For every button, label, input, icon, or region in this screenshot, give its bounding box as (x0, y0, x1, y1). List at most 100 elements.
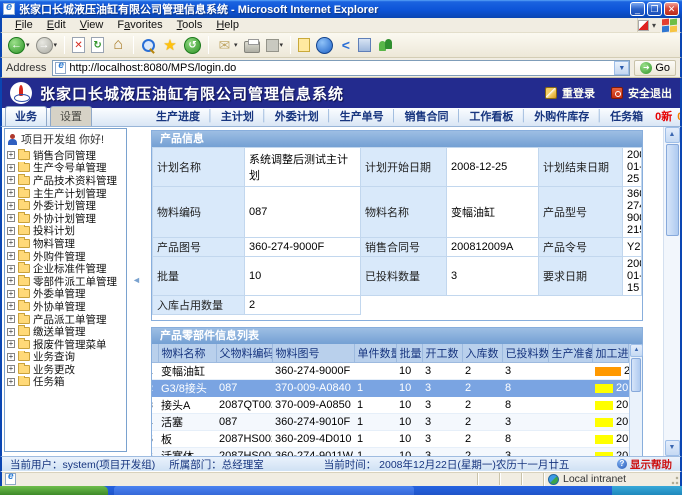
tree-item-7[interactable]: +投料计划 (7, 225, 126, 238)
sidebar-collapse-handle[interactable]: ◄ (132, 275, 141, 285)
home-button[interactable]: ⌂ (108, 36, 128, 55)
nav-item-4[interactable]: 生产单号 (333, 108, 391, 124)
expand-plus-icon[interactable]: + (7, 151, 15, 159)
parts-row[interactable]: 3接头A2087QT002370-009-A085011032820 % (152, 397, 629, 414)
tree-item-9[interactable]: +外购件管理 (7, 250, 126, 263)
expand-plus-icon[interactable]: + (7, 378, 15, 386)
minimize-button[interactable]: _ (630, 2, 645, 16)
menu-help[interactable]: Help (209, 19, 246, 31)
expand-plus-icon[interactable]: + (7, 189, 15, 197)
go-button[interactable]: ➜ Go (634, 60, 676, 76)
notes-button[interactable] (296, 37, 312, 53)
tree-item-8[interactable]: +物料管理 (7, 237, 126, 250)
expand-plus-icon[interactable]: + (7, 328, 15, 336)
nav-item-8[interactable]: 任务箱 (603, 108, 650, 124)
tree-item-12[interactable]: +外委单管理 (7, 288, 126, 301)
show-help-link[interactable]: ? 显示帮助 (617, 457, 672, 472)
tree-item-6[interactable]: +外协计划管理 (7, 212, 126, 225)
expand-plus-icon[interactable]: + (7, 265, 15, 273)
dropdown-caret[interactable]: ▾ (54, 41, 58, 49)
edit-button[interactable]: ▾ (264, 38, 286, 53)
parts-vertical-scrollbar[interactable]: ▲ ▼ (629, 344, 642, 456)
nav-item-6[interactable]: 工作看板 (462, 108, 520, 124)
dropdown-caret[interactable]: ▾ (280, 41, 284, 49)
expand-plus-icon[interactable]: + (7, 227, 15, 235)
tree-item-18[interactable]: +业务更改 (7, 363, 126, 376)
swish-button[interactable]: < (337, 37, 354, 54)
search-button[interactable] (139, 37, 158, 54)
expand-plus-icon[interactable]: + (7, 164, 15, 172)
scroll-up-icon[interactable]: ▲ (630, 344, 643, 357)
scroll-thumb[interactable] (631, 358, 641, 392)
tree-item-10[interactable]: +企业标准件管理 (7, 262, 126, 275)
menu-favorites[interactable]: Favorites (110, 19, 169, 31)
print-button[interactable] (242, 37, 262, 54)
expand-plus-icon[interactable]: + (7, 365, 15, 373)
mail-button[interactable]: ✉▾ (214, 37, 240, 54)
scroll-thumb[interactable] (666, 144, 679, 236)
tree-item-19[interactable]: +任务箱 (7, 376, 126, 389)
tab-业务[interactable]: 业务 (5, 106, 47, 126)
taskbar-button[interactable] (114, 486, 414, 495)
tree-item-5[interactable]: +外委计划管理 (7, 199, 126, 212)
tree-item-15[interactable]: +缴送单管理 (7, 325, 126, 338)
parts-row[interactable]: 2G3/8接头087370-009-A084011032820 % (152, 380, 629, 397)
parts-row[interactable]: 5板2087HS002360-209-4D01011032820 % (152, 431, 629, 448)
dropdown-caret[interactable]: ▾ (234, 41, 238, 49)
menu-file[interactable]: File (8, 19, 40, 31)
tree-item-4[interactable]: +主生产计划管理 (7, 187, 126, 200)
start-button[interactable] (0, 486, 108, 495)
scroll-down-icon[interactable]: ▼ (665, 440, 680, 456)
expand-plus-icon[interactable]: + (7, 315, 15, 323)
tree-item-3[interactable]: +产品技术资料管理 (7, 174, 126, 187)
expand-plus-icon[interactable]: + (7, 176, 15, 184)
nav-item-2[interactable]: 主计划 (214, 108, 261, 124)
msn-button[interactable] (375, 37, 396, 54)
refresh-button[interactable]: ↻ (89, 36, 106, 54)
tree-item-11[interactable]: +零部件派工单管理 (7, 275, 126, 288)
tree-item-17[interactable]: +业务查询 (7, 351, 126, 364)
expand-plus-icon[interactable]: + (7, 340, 15, 348)
expand-plus-icon[interactable]: + (7, 239, 15, 247)
favorites-button[interactable]: ★ (160, 36, 180, 55)
tab-设置[interactable]: 设置 (50, 106, 92, 126)
menu-edit[interactable]: Edit (40, 19, 73, 31)
history-button[interactable]: ↺ (182, 36, 203, 55)
expand-plus-icon[interactable]: + (7, 202, 15, 210)
expand-plus-icon[interactable]: + (7, 290, 15, 298)
logout-button[interactable]: 安全退出 (611, 85, 672, 101)
address-dropdown[interactable]: ▼ (614, 61, 629, 75)
adobe-pdf-icon[interactable] (638, 20, 649, 31)
forward-button[interactable]: →▾ (34, 36, 60, 55)
nav-item-1[interactable]: 生产进度 (149, 108, 207, 124)
expand-plus-icon[interactable]: + (7, 353, 15, 361)
nav-item-5[interactable]: 销售合同 (398, 108, 456, 124)
expand-plus-icon[interactable]: + (7, 302, 15, 310)
tree-item-13[interactable]: +外协单管理 (7, 300, 126, 313)
tree-item-16[interactable]: +报废件管理菜单 (7, 338, 126, 351)
parts-row[interactable]: 1变幅油缸360-274-9000F1032329 % (152, 363, 629, 380)
content-scrollbar[interactable]: ▲ ▼ (663, 127, 680, 456)
maximize-button[interactable]: ❐ (647, 2, 662, 16)
resize-grip[interactable] (671, 473, 679, 485)
back-button[interactable]: ←▾ (6, 36, 32, 55)
tree-item-2[interactable]: +生产令号单管理 (7, 162, 126, 175)
windows-taskbar[interactable] (0, 486, 682, 495)
adobe-dropdown-caret[interactable]: ▾ (652, 21, 656, 30)
research-button[interactable] (356, 37, 373, 53)
tree-item-1[interactable]: +销售合同管理 (7, 149, 126, 162)
menu-view[interactable]: View (73, 19, 111, 31)
nav-item-7[interactable]: 外购件库存 (527, 108, 596, 124)
address-input[interactable]: http://localhost:8080/MPS/login.do ▼ (52, 60, 630, 76)
relogin-button[interactable]: 重登录 (545, 85, 595, 101)
parts-row[interactable]: 4活塞087360-274-9010F11032320 % (152, 414, 629, 431)
menu-tools[interactable]: Tools (170, 19, 210, 31)
tree-item-14[interactable]: +产品派工单管理 (7, 313, 126, 326)
close-button[interactable]: ✕ (664, 2, 679, 16)
nav-item-3[interactable]: 外委计划 (268, 108, 326, 124)
messenger-button[interactable] (314, 36, 335, 55)
stop-button[interactable]: ✕ (70, 36, 87, 54)
scroll-up-icon[interactable]: ▲ (665, 127, 680, 143)
dropdown-caret[interactable]: ▾ (26, 41, 30, 49)
expand-plus-icon[interactable]: + (7, 214, 15, 222)
